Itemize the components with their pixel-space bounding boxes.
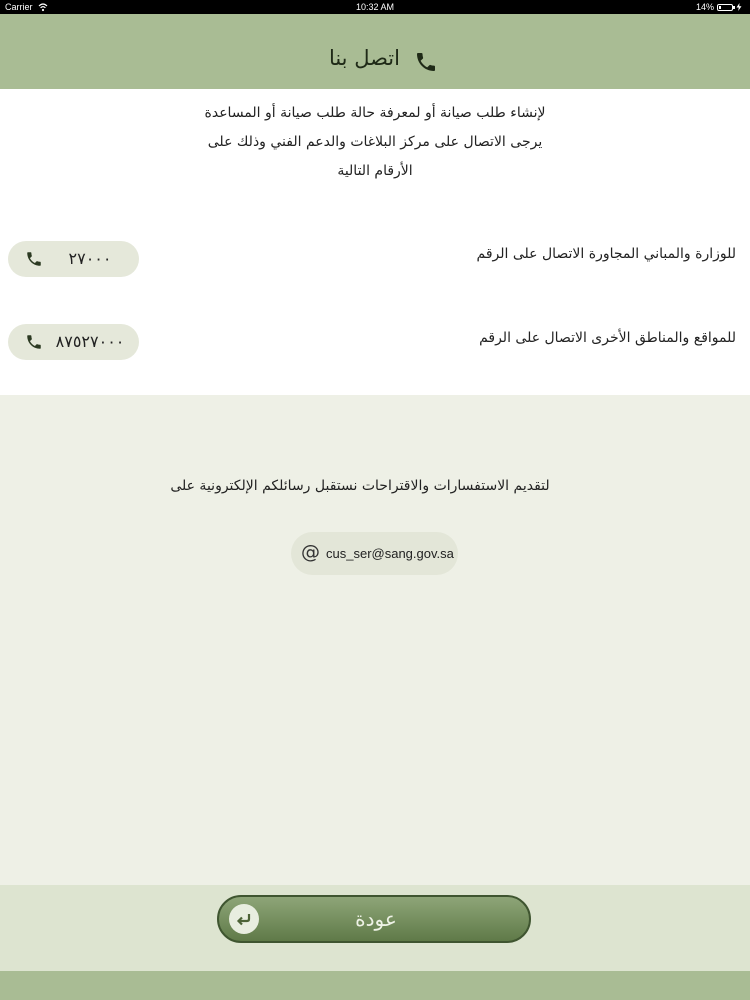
battery-percent: 14% bbox=[695, 2, 714, 12]
other-sites-phone-button[interactable]: ٨٧٥٢٧٠٠٠ bbox=[8, 324, 139, 360]
page-header: اتصل بنا bbox=[0, 14, 750, 89]
phone-icon bbox=[27, 335, 41, 349]
intro-text: لإنشاء طلب صيانة أو لمعرفة حالة طلب صيان… bbox=[190, 99, 560, 186]
charging-icon bbox=[736, 3, 742, 11]
intro-line: الأرقام التالية bbox=[337, 163, 413, 179]
at-icon: @ bbox=[301, 541, 320, 563]
email-button[interactable]: @ cus_ser@sang.gov.sa bbox=[291, 532, 458, 575]
battery-icon bbox=[717, 3, 735, 11]
ministry-phone-button[interactable]: ٢٧٠٠٠ bbox=[8, 241, 139, 277]
phone-number: ٨٧٥٢٧٠٠٠ bbox=[55, 332, 125, 351]
back-button[interactable]: عودة bbox=[217, 895, 531, 943]
battery-status: 14% bbox=[696, 0, 742, 14]
intro-line: لإنشاء طلب صيانة أو لمعرفة حالة طلب صيان… bbox=[204, 105, 546, 121]
return-arrow-icon bbox=[229, 904, 259, 934]
clock-time: 10:32 AM bbox=[355, 2, 395, 12]
phone-number: ٢٧٠٠٠ bbox=[68, 249, 112, 268]
footer: عودة bbox=[0, 885, 750, 971]
page-title: اتصل بنا bbox=[328, 46, 400, 70]
other-sites-contact-label: للمواقع والمناطق الأخرى الاتصال على الرق… bbox=[479, 330, 736, 346]
intro-line: يرجى الاتصال على مركز البلاغات والدعم ال… bbox=[207, 134, 543, 150]
phone-icon bbox=[27, 252, 41, 266]
back-button-label: عودة bbox=[355, 907, 397, 931]
phone-icon bbox=[417, 53, 435, 71]
status-bar: Carrier 10:32 AM 14% bbox=[0, 0, 750, 14]
email-address: cus_ser@sang.gov.sa bbox=[326, 546, 454, 561]
bottom-bar bbox=[0, 971, 750, 1000]
email-label: لتقديم الاستفسارات والاقتراحات نستقبل رس… bbox=[170, 478, 550, 494]
ministry-contact-label: للوزارة والمباني المجاورة الاتصال على ال… bbox=[476, 246, 737, 262]
